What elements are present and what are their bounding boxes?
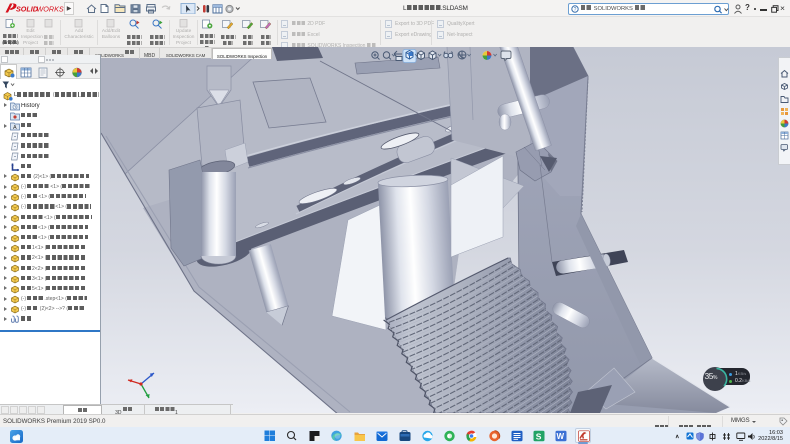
svg-text:S: S [535, 431, 541, 441]
svg-text:?: ? [574, 7, 577, 13]
svg-text:A: A [13, 125, 17, 131]
svg-text:WORKS: WORKS [37, 5, 64, 14]
svg-text:W: W [556, 432, 564, 441]
svg-text:SOLID: SOLID [16, 5, 38, 14]
